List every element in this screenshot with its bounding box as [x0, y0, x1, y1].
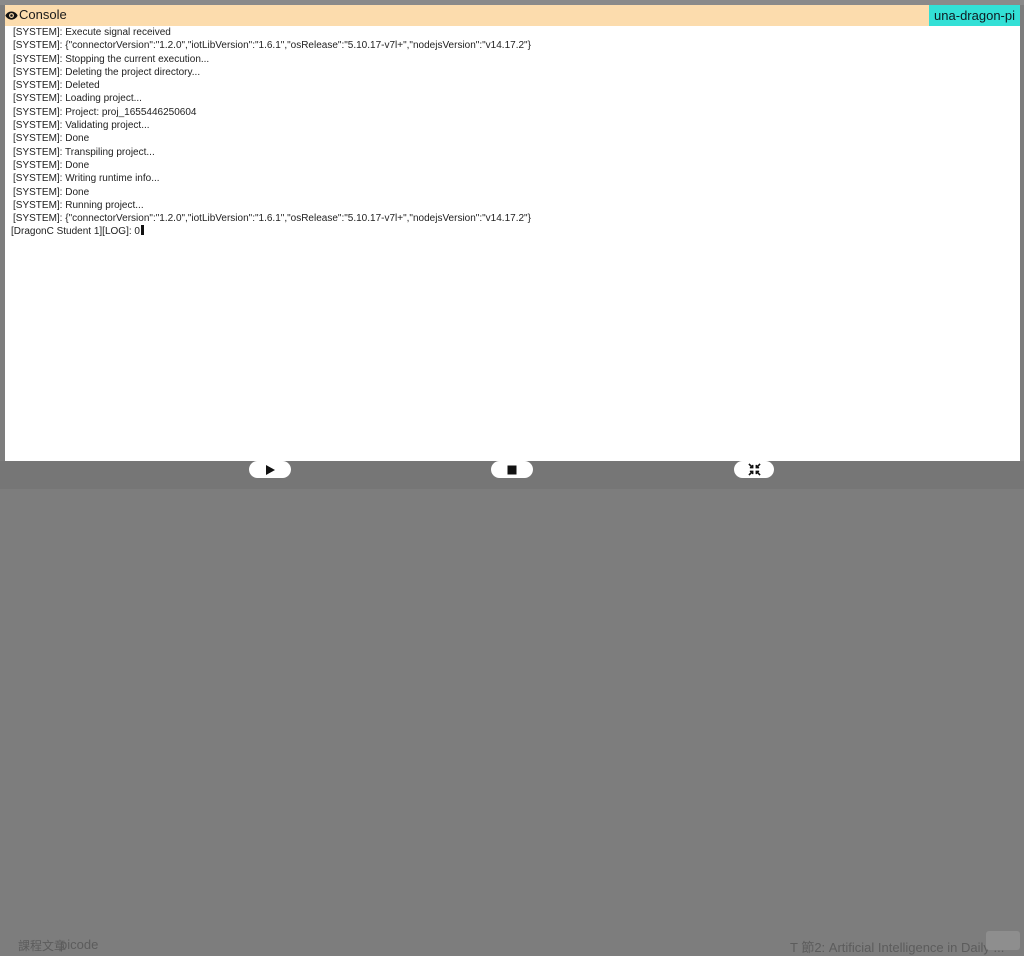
play-button[interactable]: [249, 461, 291, 478]
console-line: [SYSTEM]: Done: [11, 132, 1011, 145]
console-line-text: [SYSTEM]: Running project...: [13, 199, 144, 211]
console-title: Console: [19, 7, 67, 22]
console-line-text: [SYSTEM]: Deleted: [13, 80, 100, 92]
console-line: [SYSTEM]: Deleting the project directory…: [11, 66, 1011, 79]
background-lesson-title: T 節2: Artificial Intelligence in Daily .…: [790, 940, 1005, 955]
text-cursor: [140, 225, 144, 236]
console-line: [SYSTEM]: Project: proj_1655446250604: [11, 106, 1011, 119]
console-line-text: [SYSTEM]: Writing runtime info...: [13, 173, 160, 185]
device-badge[interactable]: una-dragon-pi: [929, 5, 1020, 26]
console-line: [SYSTEM]: Done: [11, 159, 1011, 172]
console-line: [SYSTEM]: Writing runtime info...: [11, 172, 1011, 185]
shrink-icon: [747, 463, 761, 476]
shrink-button[interactable]: [734, 461, 774, 478]
console-line-text: [SYSTEM]: Deleting the project directory…: [13, 66, 201, 78]
console-line: [SYSTEM]: {"connectorVersion":"1.2.0","i…: [11, 39, 1011, 52]
console-line: [SYSTEM]: {"connectorVersion":"1.2.0","i…: [11, 212, 1011, 225]
background-tab-label: 課程文章: [18, 939, 67, 953]
console-line-text: [SYSTEM]: {"connectorVersion":"1.2.0","i…: [13, 213, 531, 225]
console-line-text: [SYSTEM]: Validating project...: [13, 120, 150, 132]
background-tab-label-2: picode: [60, 937, 99, 952]
console-line-text: [SYSTEM]: Project: proj_1655446250604: [13, 106, 197, 118]
background-button: [986, 931, 1020, 950]
console-header: Console una-dragon-pi: [5, 5, 1020, 26]
console-line-text: [DragonC Student 1][LOG]: 0: [11, 226, 140, 238]
console-line: [DragonC Student 1][LOG]: 0: [11, 225, 1011, 238]
console-modal: Console una-dragon-pi [SYSTEM]: Execute …: [5, 5, 1020, 461]
console-line-text: [SYSTEM]: {"connectorVersion":"1.2.0","i…: [13, 40, 531, 52]
console-line-text: [SYSTEM]: Loading project...: [13, 93, 142, 105]
console-line: [SYSTEM]: Done: [11, 186, 1011, 199]
console-line: [SYSTEM]: Deleted: [11, 79, 1011, 92]
console-line: [SYSTEM]: Execute signal received: [11, 26, 1011, 39]
console-output: [SYSTEM]: Execute signal received [SYSTEM…: [11, 26, 1011, 239]
console-line-text: [SYSTEM]: Stopping the current execution…: [13, 53, 210, 65]
console-line-text: [SYSTEM]: Transpiling project...: [13, 146, 155, 158]
stop-icon: [507, 465, 517, 474]
stop-button[interactable]: [491, 461, 533, 478]
console-line: [SYSTEM]: Running project...: [11, 199, 1011, 212]
eye-icon: [5, 11, 18, 20]
console-line: [SYSTEM]: Loading project...: [11, 92, 1011, 105]
play-icon: [266, 464, 275, 475]
console-line-text: [SYSTEM]: Done: [13, 133, 90, 145]
console-line-text: [SYSTEM]: Done: [13, 159, 90, 171]
console-line: [SYSTEM]: Transpiling project...: [11, 146, 1011, 159]
console-line-text: [SYSTEM]: Done: [13, 186, 90, 198]
console-line: [SYSTEM]: Validating project...: [11, 119, 1011, 132]
console-line: [SYSTEM]: Stopping the current execution…: [11, 53, 1011, 66]
console-line-text: [SYSTEM]: Execute signal received: [13, 27, 171, 38]
